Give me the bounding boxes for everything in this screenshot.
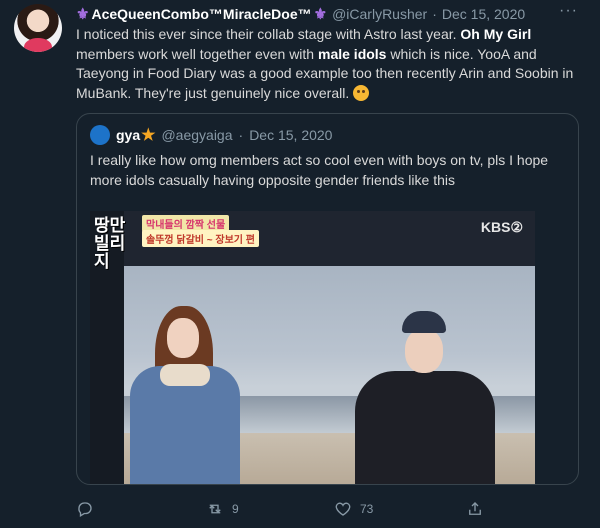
tweet-text-bold: Oh My Girl [460, 26, 532, 42]
quoted-display-name-text: gya [116, 127, 141, 143]
heart-icon [335, 502, 351, 516]
tweet-date[interactable]: Dec 15, 2020 [442, 6, 525, 22]
display-name[interactable]: ⚜ AceQueenCombo™MiracleDoe™ ⚜ [76, 5, 327, 23]
quoted-tweet-header: gya ★ @aegyaiga · Dec 15, 2020 [90, 125, 332, 145]
user-handle[interactable]: @iCarlyRusher [332, 6, 427, 22]
tweet-text: I noticed this ever since their collab s… [76, 25, 576, 103]
tweet-text-part: I noticed this ever since their collab s… [76, 26, 461, 42]
media-caption-bottom: 솔뚜껑 닭갈비 ~ 장보기 편 [142, 230, 259, 247]
media-person-right [355, 311, 495, 484]
reply-icon [78, 502, 92, 517]
separator-dot: · [432, 6, 437, 22]
media-person-left [130, 306, 240, 484]
star-icon: ★ [141, 127, 156, 144]
share-button[interactable] [466, 500, 492, 518]
smiling-face-with-hearts-icon [353, 84, 370, 101]
separator-dot: · [238, 127, 244, 143]
quoted-media-image[interactable]: 땅만 빌리지 막내들의 깜짝 선물 솔뚜껑 닭갈비 ~ 장보기 편 KBS② [90, 211, 535, 484]
show-logo: 땅만 빌리지 [94, 216, 126, 271]
avatar[interactable] [14, 4, 62, 52]
broadcaster-logo: KBS② [480, 219, 523, 235]
reply-button[interactable] [76, 500, 102, 518]
quoted-tweet-text: I really like how omg members act so coo… [90, 152, 549, 188]
like-count: 73 [360, 502, 374, 516]
quoted-avatar [90, 125, 110, 145]
share-icon [469, 502, 481, 515]
tweet-header: ⚜ AceQueenCombo™MiracleDoe™ ⚜ @iCarlyRus… [76, 5, 525, 23]
fleur-de-lis-icon: ⚜ [313, 6, 328, 23]
tweet-actions: 9 73 [76, 500, 526, 520]
more-options-icon[interactable]: ··· [559, 2, 578, 20]
fleur-de-lis-icon: ⚜ [76, 6, 90, 23]
quoted-handle: @aegyaiga [161, 127, 233, 143]
tweet-text-bold: male idols [318, 45, 387, 62]
retweet-icon [209, 504, 221, 514]
retweet-button[interactable]: 9 [206, 500, 239, 518]
quoted-tweet[interactable]: gya ★ @aegyaiga · Dec 15, 2020 I really … [76, 113, 579, 485]
quoted-display-name: gya ★ [116, 125, 155, 145]
retweet-count: 9 [232, 502, 239, 516]
display-name-text: AceQueenCombo™MiracleDoe™ [91, 6, 312, 22]
quoted-date: Dec 15, 2020 [249, 127, 333, 143]
like-button[interactable]: 73 [334, 500, 373, 518]
tweet: ⚜ AceQueenCombo™MiracleDoe™ ⚜ @iCarlyRus… [0, 0, 600, 528]
tweet-text-part: members work well together even with [76, 45, 318, 62]
